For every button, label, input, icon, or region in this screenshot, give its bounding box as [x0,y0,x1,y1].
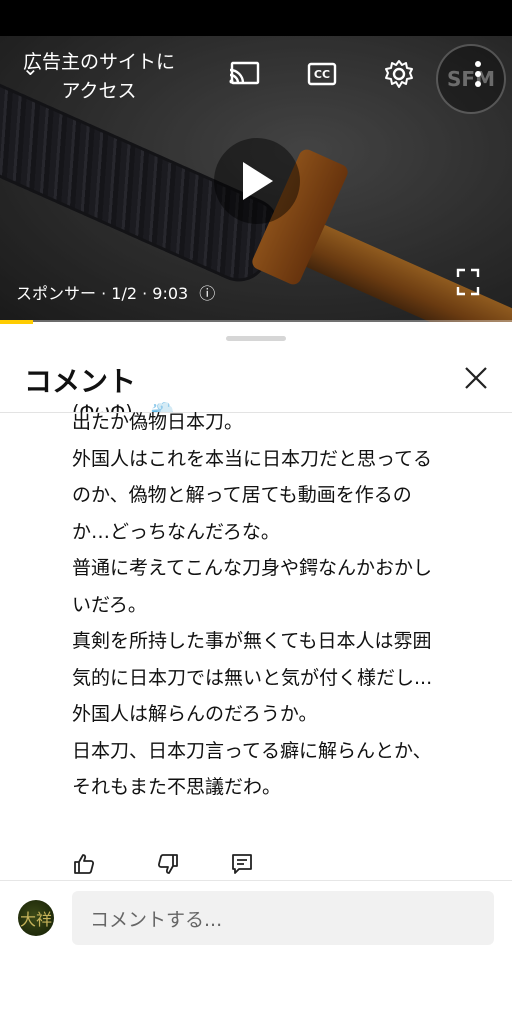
close-icon[interactable] [462,364,490,392]
comment-line: のか、偽物と解って居ても動画を作るの [72,484,412,506]
reply-icon[interactable] [230,852,254,876]
comment-line: 真剣を所持した事が無くても日本人は雰囲 [72,630,432,652]
avatar: 大祥 [18,900,54,936]
comment-line: 出たか偽物日本刀。 [72,411,244,433]
closed-captions-label: CC [313,67,331,81]
play-button[interactable] [214,138,300,224]
comments-title: コメント [24,365,137,398]
dislike-icon[interactable] [156,852,180,876]
comment-line: 外国人は解らんのだろうか。 [72,703,318,725]
comment-line: それもまた不思議だわ。 [72,776,282,798]
comment-line: 日本刀、日本刀言ってる癖に解らんとか、 [72,739,432,762]
sponsor-info: スポンサー · 1/2 · 9:03 ⓘ [16,280,215,304]
comment-line: 外国人はこれを本当に日本刀だと思ってる [72,447,433,470]
comment-line: 気的に日本刀では無いと気が付く様だし... [72,666,433,689]
status-bar [0,0,512,36]
visit-advertiser-link[interactable]: 広告主のサイトにアクセス [14,48,184,106]
add-comment-input[interactable]: コメントする... [72,891,494,945]
comments-sheet: コメント (ΦωΦ)...💨 出たか偽物日本刀。 外国人はこれを本当に日本刀だと… [0,324,512,1024]
cast-icon[interactable] [226,56,262,92]
more-options-icon[interactable] [460,56,496,92]
composer-divider [0,880,512,881]
sponsor-text: スポンサー · 1/2 · 9:03 [16,284,189,303]
comment-body: (ΦωΦ)...💨 出たか偽物日本刀。 外国人はこれを本当に日本刀だと思ってる … [72,402,492,806]
play-icon [243,162,273,200]
comment-line: いだろ。 [72,593,147,616]
fullscreen-icon[interactable] [456,268,480,296]
comment-line: 普通に考えてこんな刀身や鍔なんかおかし [72,557,433,579]
like-icon[interactable] [72,852,96,876]
closed-captions-icon[interactable]: CC [304,56,340,92]
comment-line: か…どっちなんだろな。 [72,520,280,543]
sheet-drag-handle[interactable] [226,336,286,341]
video-player[interactable]: ⌄ 広告主のサイトにアクセス CC SFM スポンサー · 1/2 · 9:03… [0,36,512,322]
info-icon[interactable]: ⓘ [199,284,215,303]
settings-gear-icon[interactable] [381,56,417,92]
